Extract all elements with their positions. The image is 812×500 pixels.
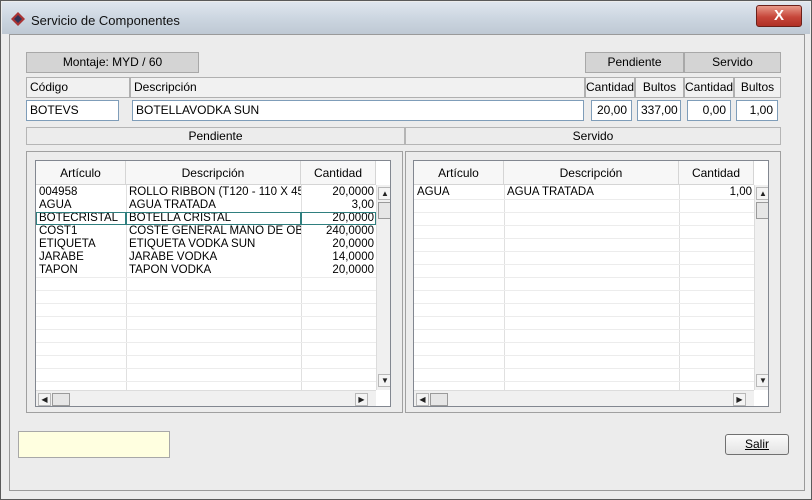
app-icon [11,12,25,26]
pend-gridline [36,355,376,356]
dialog-window: Servicio de Componentes X Montaje: MYD /… [0,0,812,500]
serv-gridline [414,238,754,239]
pend-cell-articulo[interactable]: BOTECRISTAL [36,212,126,225]
serv-gridline [504,185,505,390]
serv-cell-articulo[interactable]: AGUA [414,186,504,199]
serv-gridline [414,303,754,304]
scroll-thumb[interactable] [756,202,768,219]
descripcion-label: Descripción [130,77,585,98]
bultos-pendiente-field[interactable]: 337,00 [637,100,681,121]
serv-gridline [679,185,680,390]
pend-cell-cantidad[interactable]: 20,0000 [301,186,376,199]
salir-button-label: Salir [744,437,769,451]
pend-gridline [36,381,376,382]
pend-cell-articulo[interactable]: JARABE [36,251,126,264]
pend-col-cantidad[interactable]: Cantidad [301,161,376,185]
serv-gridline [414,342,754,343]
pend-gridline [36,368,376,369]
serv-cell-descripcion[interactable]: AGUA TRATADA [504,186,679,199]
pend-gridline [36,316,376,317]
serv-gridline [414,212,754,213]
pend-cell-articulo[interactable]: COST1 [36,225,126,238]
cantidad-servido-label: Cantidad [684,77,734,98]
pend-cell-cantidad[interactable]: 20,0000 [301,212,376,225]
serv-gridline [414,290,754,291]
window-title: Servicio de Componentes [31,13,180,28]
pend-cell-cantidad[interactable]: 240,0000 [301,225,376,238]
pend-cell-descripcion[interactable]: AGUA TRATADA [126,199,301,212]
pend-horizontal-scrollbar[interactable]: ◀ ▶ [36,390,376,406]
scroll-left-arrow-icon[interactable]: ◀ [416,393,429,406]
pend-cell-cantidad[interactable]: 20,0000 [301,238,376,251]
pend-col-descripcion[interactable]: Descripción [126,161,301,185]
pend-cell-descripcion[interactable]: BOTELLA CRISTAL [126,212,301,225]
scroll-down-arrow-icon[interactable]: ▼ [378,374,390,387]
pend-cell-descripcion[interactable]: JARABE VODKA [126,251,301,264]
pend-gridline [36,342,376,343]
pend-cell-cantidad[interactable]: 20,0000 [301,264,376,277]
pend-vertical-scrollbar[interactable]: ▲ ▼ [376,185,390,390]
pend-cell-cantidad[interactable]: 14,0000 [301,251,376,264]
status-field[interactable] [18,431,170,458]
codigo-field[interactable]: BOTEVS [26,100,119,121]
scroll-down-arrow-icon[interactable]: ▼ [756,374,768,387]
scroll-thumb[interactable] [430,393,448,406]
pend-cell-descripcion[interactable]: ROLLO RIBBON (T120 - 110 X 450M) [126,186,301,199]
pend-cell-articulo[interactable]: 004958 [36,186,126,199]
serv-col-descripcion[interactable]: Descripción [504,161,679,185]
scroll-right-arrow-icon[interactable]: ▶ [355,393,368,406]
pendiente-section-header: Pendiente [26,127,405,145]
serv-gridline [414,329,754,330]
serv-gridline [414,264,754,265]
pendiente-grid[interactable]: Artículo Descripción Cantidad 004958 ROL… [35,160,391,407]
scroll-thumb[interactable] [378,202,390,219]
scroll-left-arrow-icon[interactable]: ◀ [38,393,51,406]
salir-button[interactable]: Salir [725,434,789,455]
servido-group-header: Servido [684,52,781,73]
scroll-up-arrow-icon[interactable]: ▲ [378,187,390,200]
pend-gridline [36,277,376,278]
serv-horizontal-scrollbar[interactable]: ◀ ▶ [414,390,754,406]
serv-gridline [414,316,754,317]
pend-cell-descripcion[interactable]: COSTE GENERAL MANO DE OBRA [126,225,301,238]
pend-gridline [36,303,376,304]
montaje-label: Montaje: MYD / 60 [26,52,199,73]
serv-gridline [414,225,754,226]
serv-gridline [414,277,754,278]
pend-cell-descripcion[interactable]: TAPON VODKA [126,264,301,277]
serv-gridline [414,381,754,382]
pend-cell-articulo[interactable]: ETIQUETA [36,238,126,251]
servido-grid[interactable]: Artículo Descripción Cantidad AGUA AGUA … [413,160,769,407]
serv-vertical-scrollbar[interactable]: ▲ ▼ [754,185,768,390]
codigo-label: Código [26,77,130,98]
serv-cell-cantidad[interactable]: 1,00 [679,186,754,199]
cantidad-servido-field[interactable]: 0,00 [687,100,731,121]
pendiente-group-header: Pendiente [585,52,684,73]
pend-gridline [36,290,376,291]
pend-cell-descripcion[interactable]: ETIQUETA VODKA SUN [126,238,301,251]
serv-col-cantidad[interactable]: Cantidad [679,161,754,185]
pend-cell-articulo[interactable]: AGUA [36,199,126,212]
scroll-up-arrow-icon[interactable]: ▲ [756,187,768,200]
serv-gridline [414,368,754,369]
pend-gridline [36,329,376,330]
scroll-thumb[interactable] [52,393,70,406]
pend-col-articulo[interactable]: Artículo [36,161,126,185]
servido-section-header: Servido [405,127,781,145]
cantidad-pendiente-field[interactable]: 20,00 [591,100,632,121]
descripcion-field[interactable]: BOTELLAVODKA SUN [132,100,584,121]
pend-cell-cantidad[interactable]: 3,00 [301,199,376,212]
serv-gridline [414,355,754,356]
bultos-servido-label: Bultos [734,77,781,98]
serv-col-articulo[interactable]: Artículo [414,161,504,185]
serv-gridline [414,251,754,252]
pend-cell-articulo[interactable]: TAPON [36,264,126,277]
serv-gridline [414,199,754,200]
close-button[interactable]: X [756,5,802,27]
cantidad-pendiente-label: Cantidad [585,77,635,98]
scroll-right-arrow-icon[interactable]: ▶ [733,393,746,406]
bultos-pendiente-label: Bultos [635,77,684,98]
bultos-servido-field[interactable]: 1,00 [736,100,778,121]
